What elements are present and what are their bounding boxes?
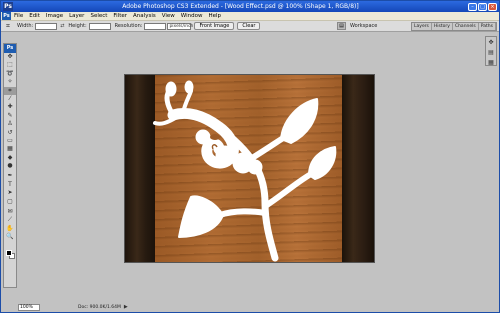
notes-tool-icon[interactable]: ✉ <box>4 208 16 216</box>
type-tool-icon[interactable]: T <box>4 181 16 189</box>
resolution-unit-select[interactable]: pixels/inch <box>167 22 193 30</box>
tab-layers[interactable]: Layers <box>412 23 432 30</box>
workspace-icon[interactable]: ▤ <box>337 22 346 30</box>
document-size-info: Doc: 900.0K/1.64M <box>78 304 121 310</box>
menu-layer[interactable]: Layer <box>66 13 87 19</box>
crop-tool-preset-icon[interactable]: ⌗ <box>3 22 13 31</box>
menu-view[interactable]: View <box>159 13 178 19</box>
swap-dimensions-icon[interactable]: ⇄ <box>60 23 64 29</box>
window-title: Adobe Photoshop CS3 Extended - [Wood Eff… <box>122 3 359 10</box>
menu-analysis[interactable]: Analysis <box>130 13 159 19</box>
tab-paths[interactable]: Paths <box>479 23 496 30</box>
width-input[interactable] <box>35 22 58 30</box>
menu-filter[interactable]: Filter <box>110 13 130 19</box>
brushes-panel-icon[interactable]: ▤ <box>486 49 496 57</box>
eraser-tool-icon[interactable]: ▭ <box>4 137 16 145</box>
tab-channels[interactable]: Channels <box>453 23 479 30</box>
panel-well: Layers History Channels Paths <box>411 22 497 31</box>
floral-shape-layer <box>153 80 337 262</box>
lasso-tool-icon[interactable]: ➰ <box>4 70 16 78</box>
path-selection-tool-icon[interactable]: ➤ <box>4 189 16 197</box>
menu-window[interactable]: Window <box>178 13 206 19</box>
height-input[interactable] <box>88 22 111 30</box>
menu-file[interactable]: File <box>11 13 26 19</box>
eyedropper-tool-icon[interactable]: ⟋ <box>4 216 16 224</box>
history-brush-tool-icon[interactable]: ↺ <box>4 129 16 137</box>
clear-button[interactable]: Clear <box>237 22 261 30</box>
height-label: Height: <box>68 23 87 29</box>
move-tool-icon[interactable]: ✥ <box>4 53 16 61</box>
ps-logo-icon: Ps <box>4 44 16 53</box>
toolbox: Ps ✥ ⬚ ➰ ✧ ⌗ ⁄ ✚ ✎ ♙ ↺ ▭ ▦ ◆ ● ✒ T ➤ ▢ ✉… <box>3 43 17 288</box>
healing-brush-tool-icon[interactable]: ✚ <box>4 103 16 111</box>
navigator-panel-icon[interactable]: ✥ <box>486 39 496 47</box>
ps-logo-icon: Ps <box>2 12 11 20</box>
gradient-tool-icon[interactable]: ▦ <box>4 145 16 153</box>
options-bar: ⌗ Width: ⇄ Height: Resolution: pixels/in… <box>1 21 499 32</box>
menu-edit[interactable]: Edit <box>26 13 43 19</box>
marquee-tool-icon[interactable]: ⬚ <box>4 61 16 69</box>
slice-tool-icon[interactable]: ⁄ <box>4 95 16 103</box>
minimize-button[interactable]: – <box>468 2 477 11</box>
photoshop-window: Ps Adobe Photoshop CS3 Extended - [Wood … <box>0 0 500 313</box>
clone-stamp-tool-icon[interactable]: ♙ <box>4 120 16 128</box>
panel-dock: ✥ ▤ ▦ <box>485 36 497 66</box>
pen-tool-icon[interactable]: ✒ <box>4 172 16 180</box>
menu-select[interactable]: Select <box>87 13 110 19</box>
dodge-tool-icon[interactable]: ● <box>4 162 16 170</box>
hand-tool-icon[interactable]: ✋ <box>4 225 16 233</box>
zoom-tool-icon[interactable]: 🔍 <box>4 233 16 241</box>
document-canvas[interactable] <box>124 74 375 263</box>
zoom-field[interactable]: 100% <box>18 303 40 311</box>
blur-tool-icon[interactable]: ◆ <box>4 154 16 162</box>
info-panel-icon[interactable]: ▦ <box>486 59 496 67</box>
menu-image[interactable]: Image <box>43 13 66 19</box>
workspace-group: ▤ Workspace <box>337 22 377 30</box>
window-controls: – □ × <box>468 2 497 11</box>
title-bar: Ps Adobe Photoshop CS3 Extended - [Wood … <box>1 1 499 12</box>
front-image-button[interactable]: Front Image <box>194 22 235 30</box>
foreground-color-swatch[interactable] <box>6 250 12 256</box>
tab-history[interactable]: History <box>432 23 453 30</box>
status-menu-arrow-icon[interactable]: ▶ <box>124 304 128 310</box>
width-label: Width: <box>17 23 34 29</box>
menu-help[interactable]: Help <box>205 13 224 19</box>
magic-wand-tool-icon[interactable]: ✧ <box>4 78 16 86</box>
status-bar: 100% Doc: 900.0K/1.64M ▶ <box>18 303 168 311</box>
resolution-input[interactable] <box>144 22 167 30</box>
crop-tool-icon[interactable]: ⌗ <box>4 86 16 95</box>
shape-tool-icon[interactable]: ▢ <box>4 198 16 206</box>
menu-bar: Ps File Edit Image Layer Select Filter A… <box>1 12 499 21</box>
brush-tool-icon[interactable]: ✎ <box>4 112 16 120</box>
close-button[interactable]: × <box>488 2 497 11</box>
app-icon: Ps <box>3 2 13 11</box>
workspace-label[interactable]: Workspace <box>350 23 377 29</box>
restore-button[interactable]: □ <box>478 2 487 11</box>
resolution-label: Resolution: <box>114 23 143 29</box>
